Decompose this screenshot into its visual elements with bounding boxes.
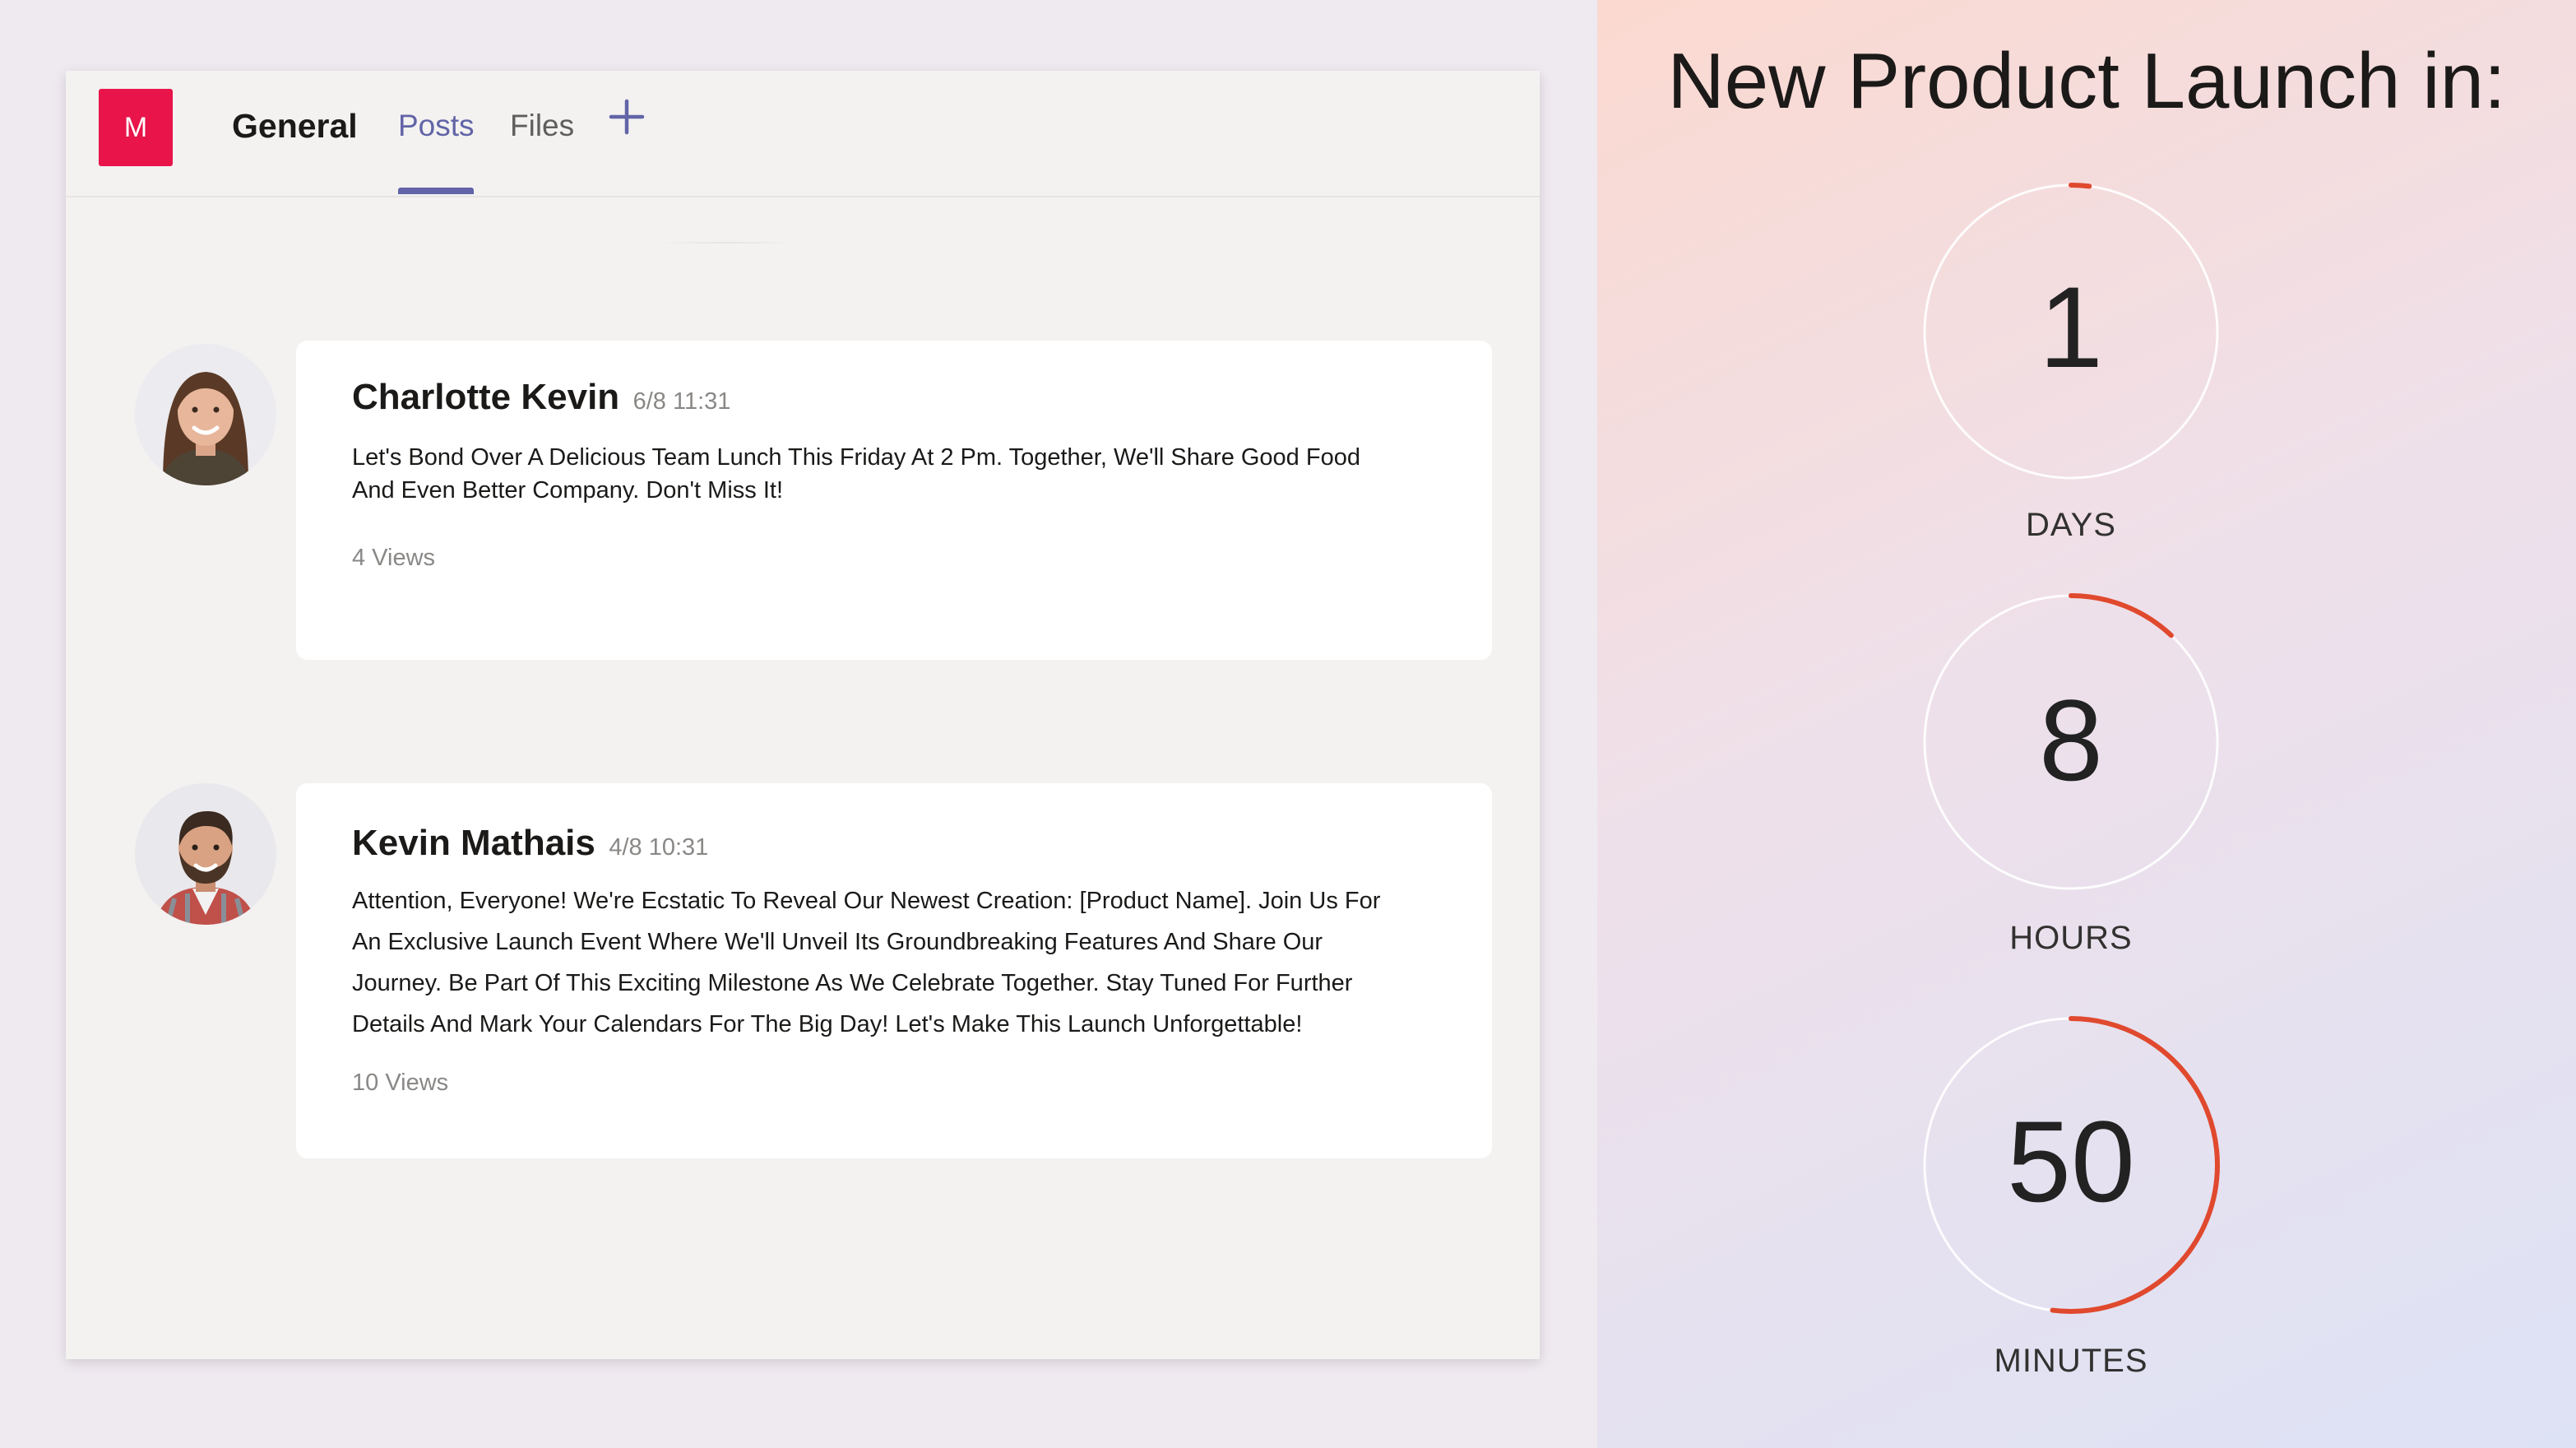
post-timestamp: 4/8 10:31 — [609, 834, 709, 861]
avatar-charlotte-kevin[interactable] — [135, 344, 276, 485]
person-avatar-icon — [135, 344, 276, 485]
post-body-line: Attention, Everyone! We're Ecstatic To R… — [352, 888, 1381, 914]
post-body-line: Journey. Be Part Of This Exciting Milest… — [352, 970, 1353, 996]
post-body-line: And Even Better Company. Don't Miss It! — [352, 477, 783, 504]
post-body-line: An Exclusive Launch Event Where We'll Un… — [352, 929, 1323, 955]
add-tab-button[interactable] — [604, 94, 650, 140]
post-author[interactable]: Charlotte Kevin — [352, 377, 619, 417]
hours-label: HOURS — [2009, 920, 2133, 956]
divider — [658, 242, 796, 244]
channel-name: General — [232, 107, 358, 145]
days-label: DAYS — [2026, 507, 2116, 543]
post-views: 10 Views — [352, 1070, 449, 1096]
post-body-line: Let's Bond Over A Delicious Team Lunch T… — [352, 444, 1360, 471]
hours-value: 8 — [2039, 675, 2103, 805]
active-tab-indicator — [398, 188, 474, 194]
post-header: Kevin Mathais 4/8 10:31 — [352, 783, 1436, 864]
days-value: 1 — [2039, 262, 2103, 392]
post-body-line: Details And Mark Your Calendars For The … — [352, 1011, 1303, 1037]
person-avatar-icon — [135, 783, 276, 925]
teams-channel-panel: M General Posts Files Charlotte Kevin 6/… — [66, 71, 1540, 1359]
avatar-kevin-mathais[interactable] — [135, 783, 276, 925]
minutes-label: MINUTES — [1994, 1343, 2148, 1379]
post-card[interactable]: Kevin Mathais 4/8 10:31 Attention, Every… — [296, 783, 1492, 1158]
post-body: Attention, Everyone! We're Ecstatic To R… — [352, 880, 1436, 1045]
post-views: 4 Views — [352, 545, 436, 571]
post-header: Charlotte Kevin 6/8 11:31 — [352, 341, 1436, 418]
plus-icon — [609, 99, 645, 135]
post-author[interactable]: Kevin Mathais — [352, 823, 595, 863]
post-timestamp: 6/8 11:31 — [632, 388, 731, 415]
countdown-panel: New Product Launch in: 1 DAYS 8 HOURS 50… — [1597, 0, 2576, 1448]
post-body: Let's Bond Over A Delicious Team Lunch T… — [352, 441, 1436, 507]
team-avatar[interactable]: M — [99, 89, 173, 166]
tab-files[interactable]: Files — [510, 109, 574, 143]
channel-header: M General Posts Files — [66, 71, 1540, 197]
minutes-value: 50 — [2007, 1097, 2135, 1226]
tab-posts[interactable]: Posts — [398, 109, 475, 143]
post-card[interactable]: Charlotte Kevin 6/8 11:31 Let's Bond Ove… — [296, 341, 1492, 660]
